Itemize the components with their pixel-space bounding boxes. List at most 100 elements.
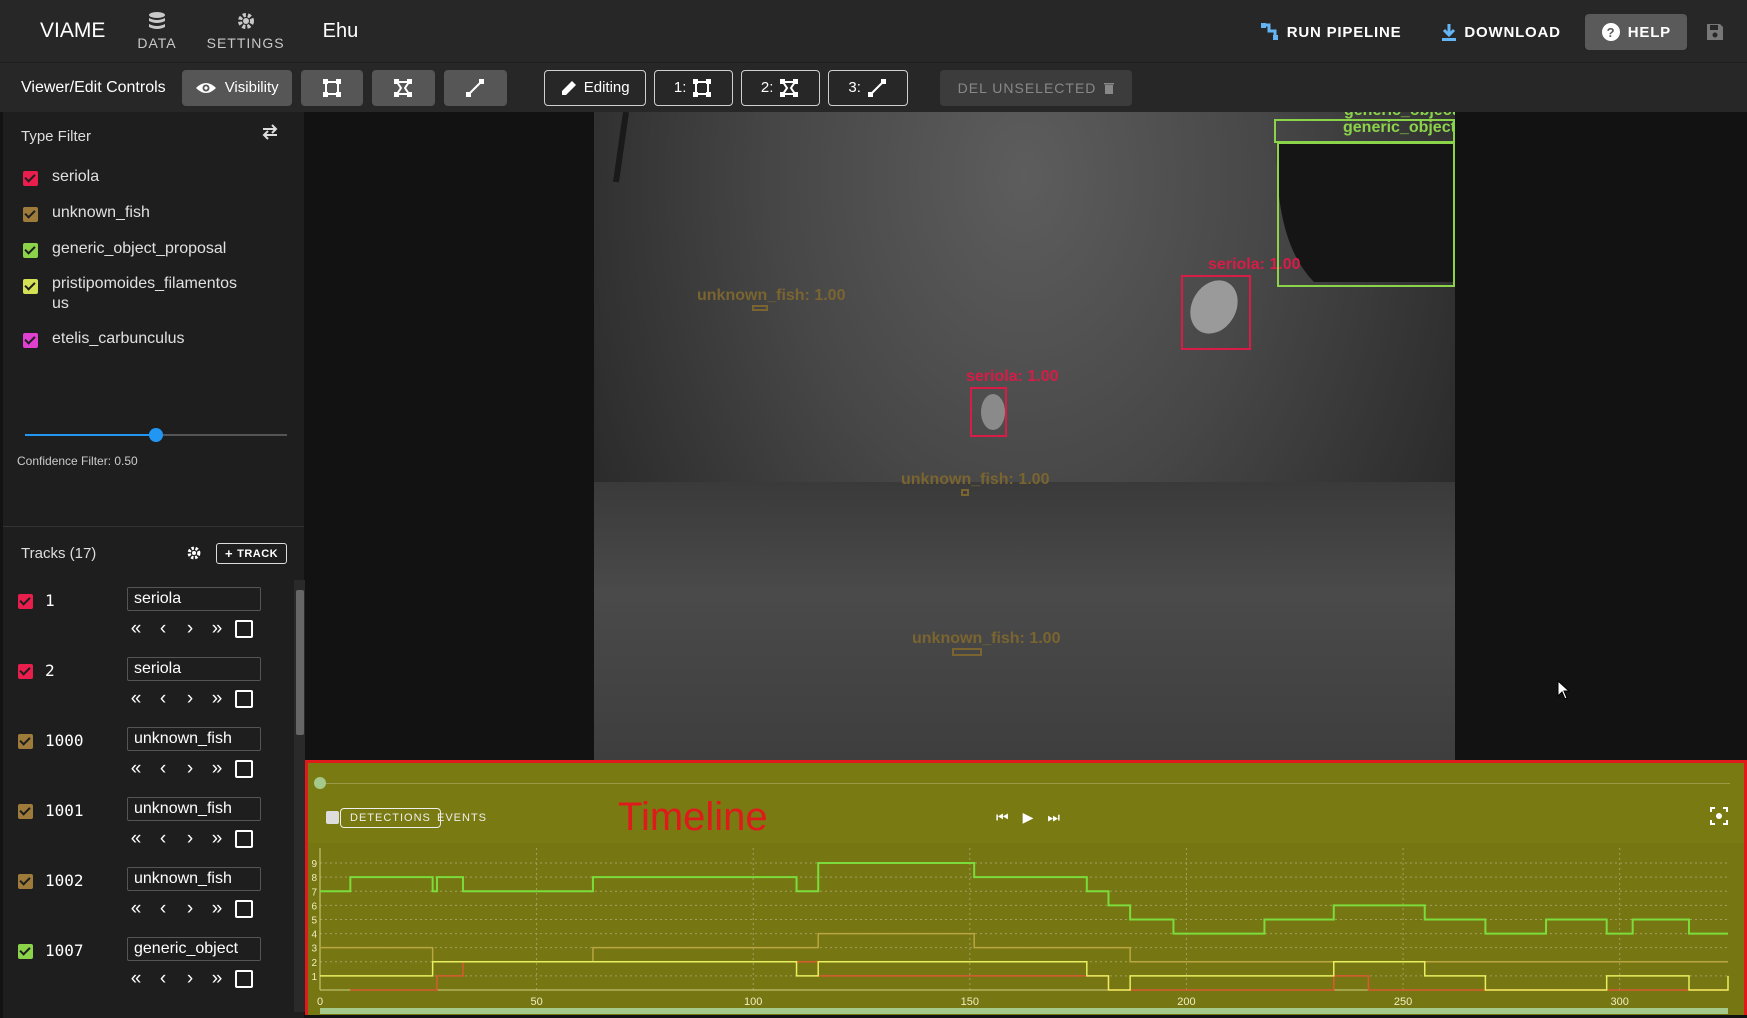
last-frame-icon[interactable]: » <box>208 968 226 990</box>
help-button[interactable]: ? HELP <box>1584 14 1687 50</box>
type-checkbox[interactable] <box>23 333 38 348</box>
next-frame-icon[interactable]: › <box>181 968 199 990</box>
track-row[interactable]: 2 seriola « ‹ › » <box>3 650 291 720</box>
track-row[interactable]: 1000 unknown_fish « ‹ › » <box>3 720 291 790</box>
editing-toggle-button[interactable]: Editing <box>543 69 646 106</box>
visibility-rectangle-button[interactable] <box>300 69 363 106</box>
edit-track-icon[interactable] <box>235 760 253 778</box>
last-frame-icon[interactable]: » <box>208 828 226 850</box>
annotation-viewer[interactable]: unknown_fish: 1.00 unknown_fish: 1.00 un… <box>305 112 1747 760</box>
previous-frame-icon[interactable]: ‹ <box>154 688 172 710</box>
timeline-checkbox[interactable] <box>326 811 339 824</box>
next-frame-icon[interactable]: › <box>181 688 199 710</box>
detection-box-unknown-fish[interactable] <box>952 648 982 656</box>
visibility-button[interactable]: Visibility <box>181 69 292 106</box>
previous-frame-icon[interactable]: ‹ <box>154 968 172 990</box>
edit-track-icon[interactable] <box>235 970 253 988</box>
edit-mode-rectangle-button[interactable]: 1: <box>653 69 733 106</box>
timeline-scrubber-track[interactable] <box>320 783 1730 784</box>
track-type-input[interactable]: unknown_fish <box>127 727 261 751</box>
track-navigation: « ‹ › » <box>127 758 253 780</box>
visibility-line-button[interactable] <box>443 69 507 106</box>
run-pipeline-button[interactable]: RUN PIPELINE <box>1244 14 1418 50</box>
detection-box-unknown-fish[interactable] <box>961 489 969 496</box>
previous-frame-icon[interactable]: ‹ <box>154 898 172 920</box>
fullscreen-focus-icon[interactable] <box>1710 807 1728 825</box>
next-frame-icon[interactable]: › <box>181 758 199 780</box>
skip-previous-icon[interactable]: ⏮ <box>996 809 1009 826</box>
nav-data-button[interactable]: DATA <box>137 11 176 51</box>
track-type-input[interactable]: unknown_fish <box>127 867 261 891</box>
tab-events[interactable]: EVENTS <box>428 808 496 828</box>
next-frame-icon[interactable]: › <box>181 618 199 640</box>
type-filter-item[interactable]: etelis_carbunculus <box>23 330 263 366</box>
previous-frame-icon[interactable]: ‹ <box>154 828 172 850</box>
type-filter-item[interactable]: unknown_fish <box>23 204 263 240</box>
last-frame-icon[interactable]: » <box>208 688 226 710</box>
track-checkbox[interactable] <box>18 664 33 679</box>
first-frame-icon[interactable]: « <box>127 828 145 850</box>
first-frame-icon[interactable]: « <box>127 618 145 640</box>
timeline-scrubber-thumb[interactable] <box>314 777 326 789</box>
type-checkbox[interactable] <box>23 207 38 222</box>
last-frame-icon[interactable]: » <box>208 898 226 920</box>
confidence-slider-thumb[interactable] <box>149 428 163 442</box>
edit-mode-polygon-button[interactable]: 2: <box>740 69 820 106</box>
play-icon[interactable]: ▶ <box>1023 809 1034 826</box>
first-frame-icon[interactable]: « <box>127 898 145 920</box>
track-row[interactable]: 1007 generic_object « ‹ › » <box>3 930 291 1000</box>
swap-icon[interactable] <box>261 124 279 140</box>
track-checkbox[interactable] <box>18 734 33 749</box>
confidence-slider[interactable] <box>25 428 287 442</box>
detection-box-seriola[interactable] <box>970 387 1007 437</box>
track-row[interactable]: 1002 unknown_fish « ‹ › » <box>3 860 291 930</box>
brand-logo[interactable]: VIAME <box>40 19 105 43</box>
track-checkbox[interactable] <box>18 944 33 959</box>
video-frame[interactable]: unknown_fish: 1.00 unknown_fish: 1.00 un… <box>594 112 1455 760</box>
track-type-input[interactable]: generic_object <box>127 937 261 961</box>
track-row[interactable]: 1001 unknown_fish « ‹ › » <box>3 790 291 860</box>
save-button[interactable] <box>1695 14 1735 50</box>
edit-track-icon[interactable] <box>235 620 253 638</box>
track-type-input[interactable]: seriola <box>127 587 261 611</box>
add-track-button[interactable]: + TRACK <box>216 543 288 564</box>
next-frame-icon[interactable]: › <box>181 828 199 850</box>
track-row[interactable]: 1 seriola « ‹ › » <box>3 580 291 650</box>
nav-settings-button[interactable]: SETTINGS <box>207 11 285 51</box>
tab-detections[interactable]: DETECTIONS <box>340 808 441 828</box>
type-filter-item[interactable]: generic_object_proposal <box>23 240 263 276</box>
detection-box-seriola[interactable] <box>1181 275 1251 350</box>
track-checkbox[interactable] <box>18 594 33 609</box>
previous-frame-icon[interactable]: ‹ <box>154 618 172 640</box>
edit-mode-line-button[interactable]: 3: <box>827 69 908 106</box>
previous-frame-icon[interactable]: ‹ <box>154 758 172 780</box>
track-checkbox[interactable] <box>18 874 33 889</box>
gear-icon[interactable] <box>186 545 202 561</box>
last-frame-icon[interactable]: » <box>208 618 226 640</box>
edit-track-icon[interactable] <box>235 830 253 848</box>
skip-next-icon[interactable]: ⏭ <box>1047 809 1060 826</box>
edit-track-icon[interactable] <box>235 690 253 708</box>
download-button[interactable]: DOWNLOAD <box>1425 14 1576 50</box>
type-name: generic_object_proposal <box>52 240 227 257</box>
type-checkbox[interactable] <box>23 171 38 186</box>
first-frame-icon[interactable]: « <box>127 968 145 990</box>
visibility-polygon-button[interactable] <box>371 69 435 106</box>
track-checkbox[interactable] <box>18 804 33 819</box>
type-filter-item[interactable]: pristipomoides_filamentosus <box>23 275 263 330</box>
scrollbar-thumb[interactable] <box>296 590 304 735</box>
detections-chart[interactable]: 0 50 100 150 200 250 300 1 2 3 4 5 6 7 8 9 <box>308 843 1744 1015</box>
delete-unselected-button[interactable]: DEL UNSELECTED <box>939 69 1133 106</box>
next-frame-icon[interactable]: › <box>181 898 199 920</box>
type-filter-item[interactable]: seriola <box>23 168 263 204</box>
last-frame-icon[interactable]: » <box>208 758 226 780</box>
detection-box-generic-object[interactable] <box>1277 142 1455 287</box>
edit-track-icon[interactable] <box>235 900 253 918</box>
type-checkbox[interactable] <box>23 243 38 258</box>
track-type-input[interactable]: seriola <box>127 657 261 681</box>
track-type-input[interactable]: unknown_fish <box>127 797 261 821</box>
first-frame-icon[interactable]: « <box>127 688 145 710</box>
type-checkbox[interactable] <box>23 279 38 294</box>
first-frame-icon[interactable]: « <box>127 758 145 780</box>
detection-box-unknown-fish[interactable] <box>752 305 768 311</box>
